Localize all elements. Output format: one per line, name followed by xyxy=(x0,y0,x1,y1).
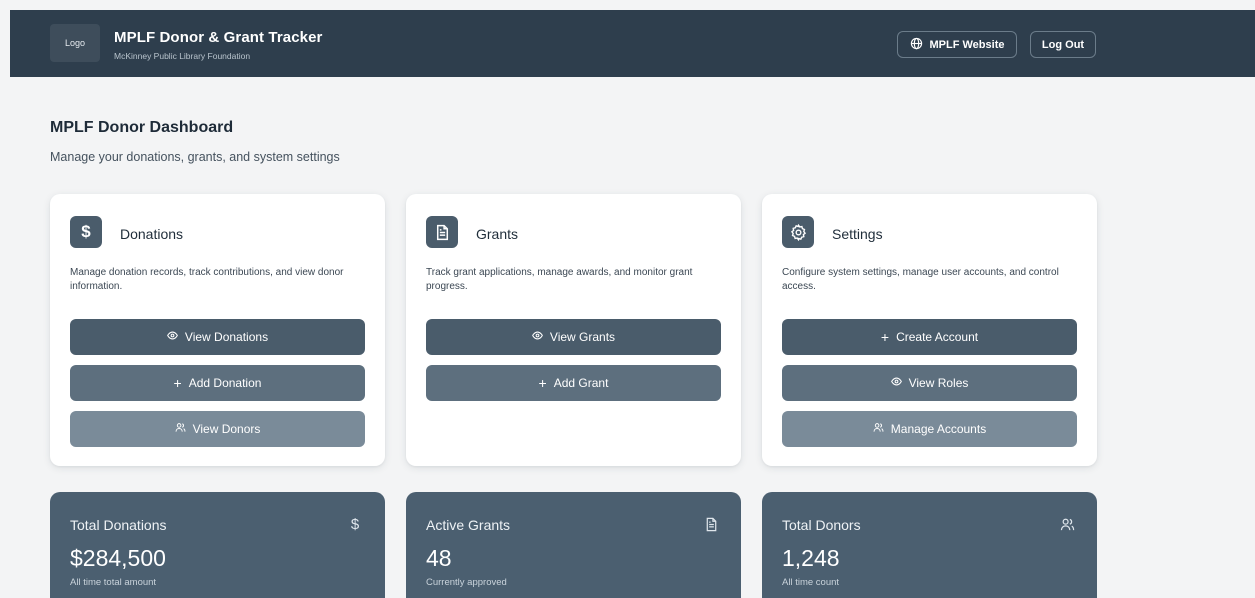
card-description: Track grant applications, manage awards,… xyxy=(426,267,693,292)
total-donors-stat: Total Donors 1,248 All time count xyxy=(762,492,1097,598)
button-label: Add Donation xyxy=(188,376,262,390)
active-grants-stat: Active Grants 48 Currently approved xyxy=(406,492,741,598)
button-label: Manage Accounts xyxy=(890,422,987,436)
stat-label: Active Grants xyxy=(426,517,511,533)
document-icon xyxy=(426,216,458,248)
dollar-icon: $ xyxy=(70,216,102,248)
button-label: View Donations xyxy=(184,330,269,344)
app-title: MPLF Donor & Grant Tracker xyxy=(114,29,323,46)
view-donations-button[interactable]: View Donations xyxy=(70,319,365,355)
grants-card: Grants Track grant applications, manage … xyxy=(406,194,741,466)
eye-icon xyxy=(167,330,178,344)
button-label: Add Grant xyxy=(553,376,609,390)
plus-icon: + xyxy=(880,329,890,345)
settings-card: Settings Configure system settings, mana… xyxy=(762,194,1097,466)
gear-icon xyxy=(782,216,814,248)
dollar-icon: $ xyxy=(350,515,360,533)
total-donations-stat: Total Donations $ $284,500 All time tota… xyxy=(50,492,385,598)
button-label: View Donors xyxy=(192,422,261,436)
page-subtitle: Manage your donations, grants, and syste… xyxy=(50,150,340,164)
donations-card: $ Donations Manage donation records, tra… xyxy=(50,194,385,466)
view-grants-button[interactable]: View Grants xyxy=(426,319,721,355)
stat-note: All time total amount xyxy=(70,577,157,588)
card-title: Donations xyxy=(120,226,184,242)
users-icon xyxy=(175,422,186,436)
card-description: Configure system settings, manage user a… xyxy=(782,267,1059,292)
top-header: Logo MPLF Donor & Grant Tracker McKinney… xyxy=(10,10,1255,77)
create-account-button[interactable]: + Create Account xyxy=(782,319,1077,355)
card-title: Grants xyxy=(476,226,519,242)
button-label: Create Account xyxy=(896,330,979,344)
stat-label: Total Donors xyxy=(782,517,861,533)
logout-button-label: Log Out xyxy=(1041,38,1085,51)
view-donors-button[interactable]: View Donors xyxy=(70,411,365,447)
stat-value: 48 xyxy=(426,545,452,571)
stat-note: All time count xyxy=(782,577,840,588)
website-button[interactable]: MPLF Website xyxy=(897,31,1017,58)
add-donation-button[interactable]: + Add Donation xyxy=(70,365,365,401)
page-title: MPLF Donor Dashboard xyxy=(50,119,234,136)
stat-value: $284,500 xyxy=(70,545,166,571)
stat-label: Total Donations xyxy=(70,517,167,533)
document-icon xyxy=(703,516,719,532)
eye-icon xyxy=(890,376,902,390)
website-button-label: MPLF Website xyxy=(929,38,1005,51)
card-description: Manage donation records, track contribut… xyxy=(70,267,344,292)
logo: Logo xyxy=(50,24,100,62)
stat-value: 1,248 xyxy=(782,545,840,571)
manage-accounts-button[interactable]: Manage Accounts xyxy=(782,411,1077,447)
eye-icon xyxy=(532,330,543,344)
plus-icon: + xyxy=(173,375,182,391)
add-grant-button[interactable]: + Add Grant xyxy=(426,365,721,401)
globe-icon xyxy=(910,37,923,53)
view-roles-button[interactable]: View Roles xyxy=(782,365,1077,401)
logout-button[interactable]: Log Out xyxy=(1030,31,1096,58)
stat-note: Currently approved xyxy=(426,577,507,588)
button-label: View Grants xyxy=(549,330,616,344)
users-icon xyxy=(1059,516,1075,532)
card-title: Settings xyxy=(832,226,883,242)
app-subtitle: McKinney Public Library Foundation xyxy=(114,51,251,61)
plus-icon: + xyxy=(538,375,547,391)
button-label: View Roles xyxy=(908,376,969,390)
users-icon xyxy=(873,422,884,436)
